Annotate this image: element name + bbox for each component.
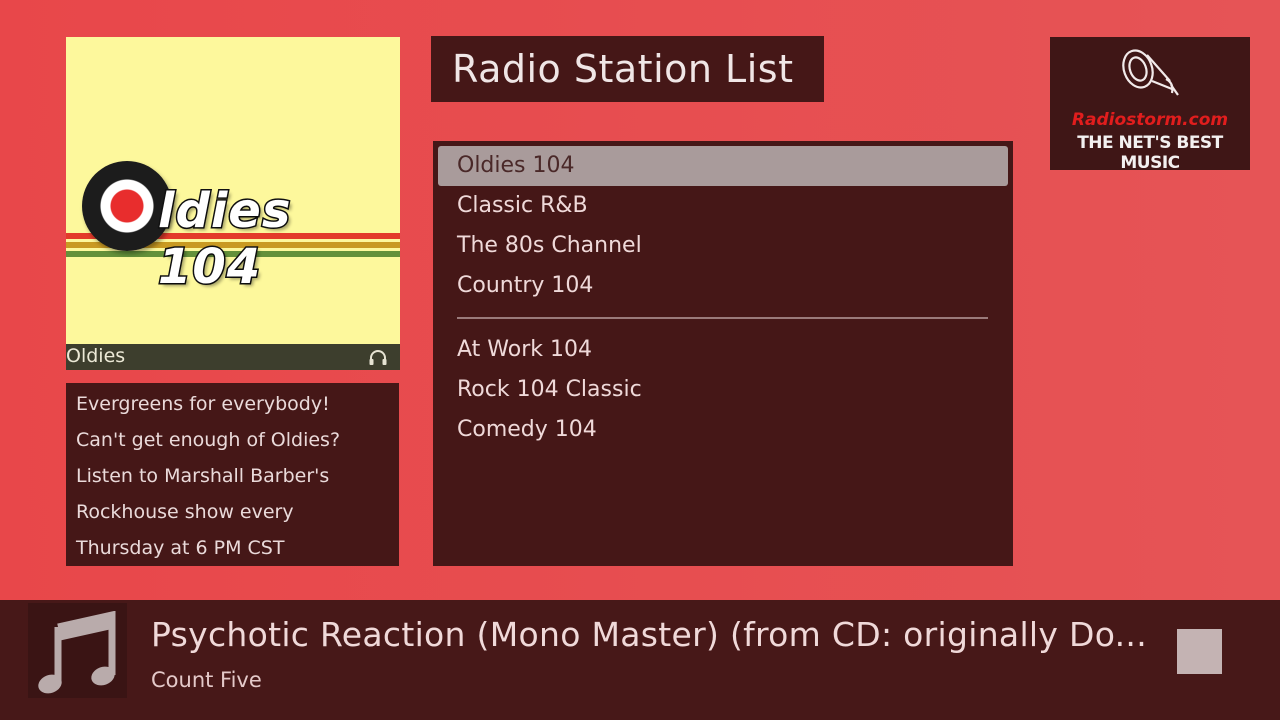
station-item-rock-104-classic[interactable]: Rock 104 Classic bbox=[457, 377, 642, 402]
station-item-at-work-104[interactable]: At Work 104 bbox=[457, 337, 592, 362]
description-line: Evergreens for everybody! bbox=[76, 393, 330, 415]
description-line: Can't get enough of Oldies? bbox=[76, 429, 341, 451]
music-note-icon bbox=[38, 611, 116, 694]
station-item-80s-channel[interactable]: The 80s Channel bbox=[457, 233, 642, 258]
page-title: Radio Station List bbox=[452, 47, 794, 91]
station-item-classic-rnb[interactable]: Classic R&B bbox=[457, 193, 588, 218]
headphones-icon bbox=[369, 350, 387, 365]
station-artwork: ldies 104 Oldies bbox=[66, 37, 400, 370]
brand-tagline: THE NET'S BEST MUSIC bbox=[1077, 133, 1223, 173]
stop-button[interactable] bbox=[1177, 629, 1222, 674]
speaker-logo-icon bbox=[1122, 49, 1179, 96]
art-caption-bar: Oldies bbox=[66, 344, 400, 370]
station-item-oldies-104[interactable]: Oldies 104 bbox=[457, 153, 575, 178]
now-playing-title: Psychotic Reaction (Mono Master) (from C… bbox=[151, 615, 1147, 654]
list-divider bbox=[457, 317, 988, 319]
description-line: Thursday at 6 PM CST bbox=[76, 537, 285, 559]
now-playing-bar: Psychotic Reaction (Mono Master) (from C… bbox=[0, 600, 1280, 720]
station-item-country-104[interactable]: Country 104 bbox=[457, 273, 593, 298]
now-playing-thumbnail bbox=[28, 603, 127, 698]
now-playing-artist: Count Five bbox=[151, 668, 262, 692]
page-header: Radio Station List bbox=[431, 36, 824, 102]
description-line: Rockhouse show every bbox=[76, 501, 294, 523]
station-caption: Oldies bbox=[66, 345, 126, 367]
station-item-comedy-104[interactable]: Comedy 104 bbox=[457, 417, 597, 442]
description-line: Listen to Marshall Barber's bbox=[76, 465, 330, 487]
brand-logo: Radiostorm.com THE NET'S BEST MUSIC bbox=[1050, 37, 1250, 173]
station-list: Oldies 104 Classic R&B The 80s Channel C… bbox=[433, 141, 1013, 566]
station-description: Evergreens for everybody! Can't get enou… bbox=[66, 383, 399, 566]
art-logo-text: ldies 104 bbox=[157, 182, 292, 297]
brand-site: Radiostorm.com bbox=[1071, 110, 1229, 130]
